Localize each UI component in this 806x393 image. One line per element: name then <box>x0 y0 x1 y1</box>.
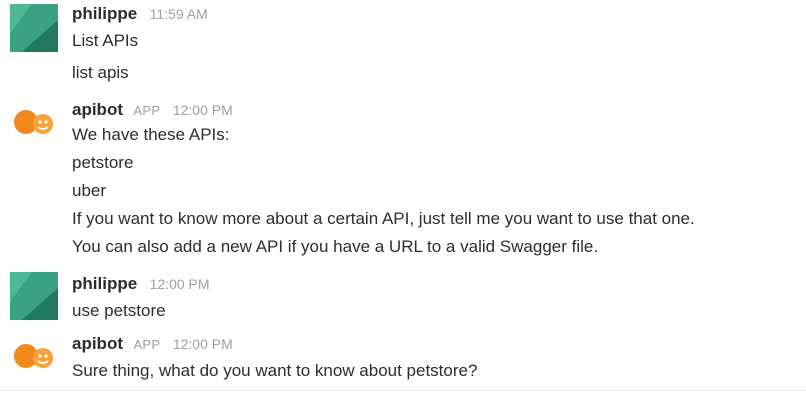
timestamp[interactable]: 12:00 PM <box>173 336 233 352</box>
app-badge: APP <box>133 103 161 118</box>
message-text: uber <box>72 181 107 200</box>
apibot-avatar-icon[interactable] <box>10 338 58 386</box>
message-text: We have these APIs: <box>72 125 230 144</box>
timestamp[interactable]: 11:59 AM <box>150 6 208 22</box>
message-text: Sure thing, what do you want to know abo… <box>72 361 478 380</box>
author-name[interactable]: apibot <box>72 100 123 119</box>
philippe-avatar-icon[interactable] <box>10 272 58 320</box>
message-text: You can also add a new API if you have a… <box>72 237 599 256</box>
app-badge: APP <box>133 337 161 352</box>
author-name[interactable]: philippe <box>72 4 137 23</box>
author-name[interactable]: apibot <box>72 334 123 353</box>
apibot-avatar-icon[interactable] <box>10 104 58 152</box>
message-text: If you want to know more about a certain… <box>72 209 695 228</box>
timestamp[interactable]: 12:00 PM <box>150 276 210 292</box>
message-text: List APIs <box>72 31 139 50</box>
message-text: use petstore <box>72 301 166 320</box>
message-text: petstore <box>72 153 134 172</box>
philippe-avatar-icon[interactable] <box>10 4 58 52</box>
message-text: list apis <box>72 63 129 82</box>
timestamp[interactable]: 12:00 PM <box>173 102 233 118</box>
divider <box>0 390 806 391</box>
author-name[interactable]: philippe <box>72 274 137 293</box>
